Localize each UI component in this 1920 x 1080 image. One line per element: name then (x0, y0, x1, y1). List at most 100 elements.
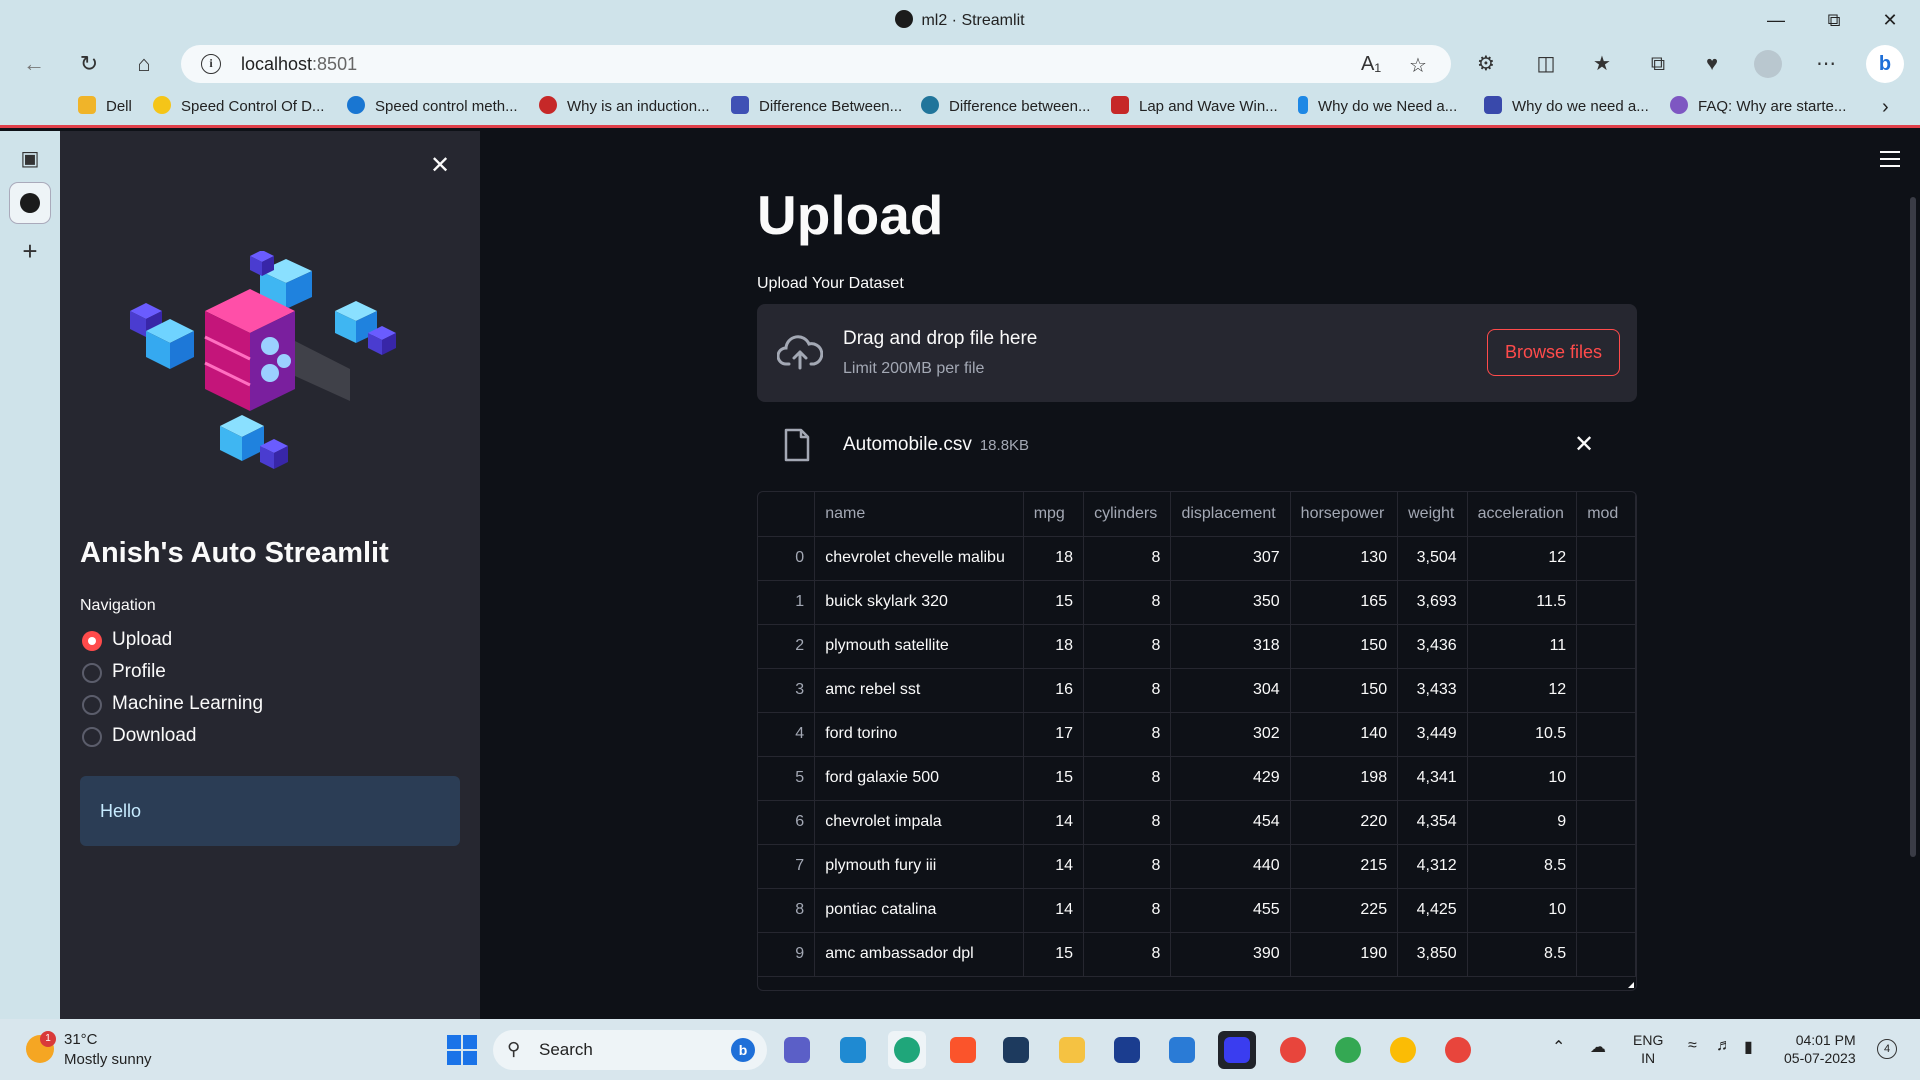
table-cell[interactable]: 16 (1023, 668, 1085, 713)
table-cell[interactable]: 3,433 (1397, 668, 1468, 713)
table-cell[interactable]: 14 (1023, 800, 1085, 845)
new-tab-plus-icon[interactable]: + (10, 231, 50, 271)
column-header[interactable]: name (814, 492, 1024, 537)
split-screen-icon[interactable]: ◫ (1532, 50, 1560, 78)
table-cell[interactable]: 225 (1290, 888, 1399, 933)
radio-selected-icon[interactable] (82, 631, 102, 651)
table-cell[interactable]: 150 (1290, 624, 1399, 669)
page-scrollbar[interactable] (1910, 197, 1916, 857)
table-cell[interactable]: 307 (1170, 536, 1291, 581)
table-cell[interactable]: 140 (1290, 712, 1399, 757)
minimize-icon[interactable]: — (1756, 6, 1796, 34)
volume-icon[interactable]: ♬ (1716, 1037, 1732, 1055)
cloud-app-icon[interactable] (1163, 1031, 1201, 1069)
table-cell[interactable]: 454 (1170, 800, 1291, 845)
table-cell[interactable]: 198 (1290, 756, 1399, 801)
table-cell[interactable]: amc rebel sst (814, 668, 1024, 713)
table-cell[interactable]: 15 (1023, 932, 1085, 977)
clock[interactable]: 04:01 PM 05-07-2023 (1784, 1031, 1856, 1067)
profile-avatar-icon[interactable] (1754, 50, 1782, 78)
table-cell[interactable]: 304 (1170, 668, 1291, 713)
table-cell[interactable]: 220 (1290, 800, 1399, 845)
table-cell[interactable]: chevrolet impala (814, 800, 1024, 845)
windows-start-icon[interactable] (447, 1035, 477, 1065)
table-cell[interactable]: 440 (1170, 844, 1291, 889)
close-sidebar-icon[interactable]: ✕ (430, 151, 450, 180)
brave-browser-icon[interactable] (944, 1031, 982, 1069)
column-header[interactable]: displacement (1170, 492, 1291, 537)
table-cell[interactable]: 390 (1170, 932, 1291, 977)
table-cell[interactable]: 4,354 (1397, 800, 1468, 845)
table-cell[interactable]: chevrolet chevelle malibu (814, 536, 1024, 581)
table-cell[interactable]: 11.5 (1467, 580, 1578, 625)
close-window-icon[interactable]: ✕ (1870, 6, 1910, 34)
table-cell[interactable]: 8.5 (1467, 844, 1578, 889)
table-cell[interactable] (1576, 844, 1636, 889)
table-cell[interactable]: 11 (1467, 624, 1578, 669)
row-index[interactable]: 8 (758, 888, 816, 933)
column-header[interactable]: mpg (1023, 492, 1085, 537)
remove-file-icon[interactable]: ✕ (1574, 430, 1594, 459)
table-cell[interactable]: 8 (1083, 932, 1172, 977)
table-cell[interactable]: 8 (1083, 624, 1172, 669)
table-cell[interactable]: 10 (1467, 888, 1578, 933)
table-cell[interactable] (1576, 536, 1636, 581)
bookmark-item[interactable]: Difference between... (921, 95, 1090, 119)
table-cell[interactable]: 12 (1467, 668, 1578, 713)
table-cell[interactable]: 4,312 (1397, 844, 1468, 889)
home-icon[interactable]: ⌂ (128, 48, 160, 80)
table-cell[interactable]: 15 (1023, 756, 1085, 801)
table-cell[interactable]: 18 (1023, 624, 1085, 669)
table-cell[interactable]: amc ambassador dpl (814, 932, 1024, 977)
row-index[interactable]: 7 (758, 844, 816, 889)
language-indicator[interactable]: ENG IN (1633, 1031, 1663, 1067)
table-cell[interactable] (1576, 712, 1636, 757)
chrome-profile-icon[interactable] (1274, 1031, 1312, 1069)
site-info-icon[interactable]: i (201, 54, 221, 74)
bookmark-item[interactable]: Dell (78, 95, 132, 119)
row-index[interactable]: 3 (758, 668, 816, 713)
battery-icon[interactable]: ▮ (1744, 1037, 1753, 1057)
table-cell[interactable]: 3,436 (1397, 624, 1468, 669)
table-cell[interactable]: 455 (1170, 888, 1291, 933)
restore-icon[interactable]: ⧉ (1814, 6, 1854, 34)
table-cell[interactable]: 215 (1290, 844, 1399, 889)
notifications-count[interactable]: 4 (1877, 1039, 1897, 1059)
row-index[interactable]: 6 (758, 800, 816, 845)
url-text[interactable]: localhost:8501 (241, 54, 357, 75)
table-cell[interactable]: pontiac catalina (814, 888, 1024, 933)
table-cell[interactable]: 8 (1083, 580, 1172, 625)
row-index[interactable]: 2 (758, 624, 816, 669)
table-cell[interactable]: 8 (1083, 536, 1172, 581)
address-bar[interactable]: i localhost:8501 A₁ ☆ (181, 45, 1451, 83)
table-cell[interactable]: 429 (1170, 756, 1291, 801)
table-cell[interactable] (1576, 932, 1636, 977)
table-cell[interactable]: 3,850 (1397, 932, 1468, 977)
table-cell[interactable]: plymouth satellite (814, 624, 1024, 669)
edge-browser-icon[interactable] (888, 1031, 926, 1069)
menu-icon[interactable] (1880, 151, 1900, 172)
table-cell[interactable]: 4,425 (1397, 888, 1468, 933)
refresh-icon[interactable]: ↻ (73, 48, 105, 80)
virtualbox-icon[interactable] (997, 1031, 1035, 1069)
column-header[interactable] (758, 492, 816, 537)
table-cell[interactable]: 318 (1170, 624, 1291, 669)
favorite-star-icon[interactable]: ☆ (1409, 53, 1427, 78)
table-cell[interactable] (1576, 800, 1636, 845)
table-cell[interactable]: 15 (1023, 580, 1085, 625)
browser-essentials-icon[interactable]: ♥ (1698, 50, 1726, 78)
collections-icon[interactable]: ⧉ (1644, 50, 1672, 78)
file-dropzone[interactable]: Drag and drop file here Limit 200MB per … (757, 304, 1637, 402)
table-cell[interactable]: 8 (1083, 756, 1172, 801)
bookmark-item[interactable]: FAQ: Why are starte... (1670, 95, 1846, 119)
row-index[interactable]: 1 (758, 580, 816, 625)
table-cell[interactable]: 165 (1290, 580, 1399, 625)
more-options-icon[interactable]: ⋯ (1812, 50, 1840, 78)
table-cell[interactable]: 350 (1170, 580, 1291, 625)
table-cell[interactable]: 9 (1467, 800, 1578, 845)
wifi-icon[interactable]: ≈ (1688, 1037, 1697, 1055)
table-cell[interactable] (1576, 888, 1636, 933)
table-cell[interactable] (1576, 580, 1636, 625)
resize-handle-icon[interactable] (1628, 982, 1634, 988)
table-cell[interactable]: 150 (1290, 668, 1399, 713)
